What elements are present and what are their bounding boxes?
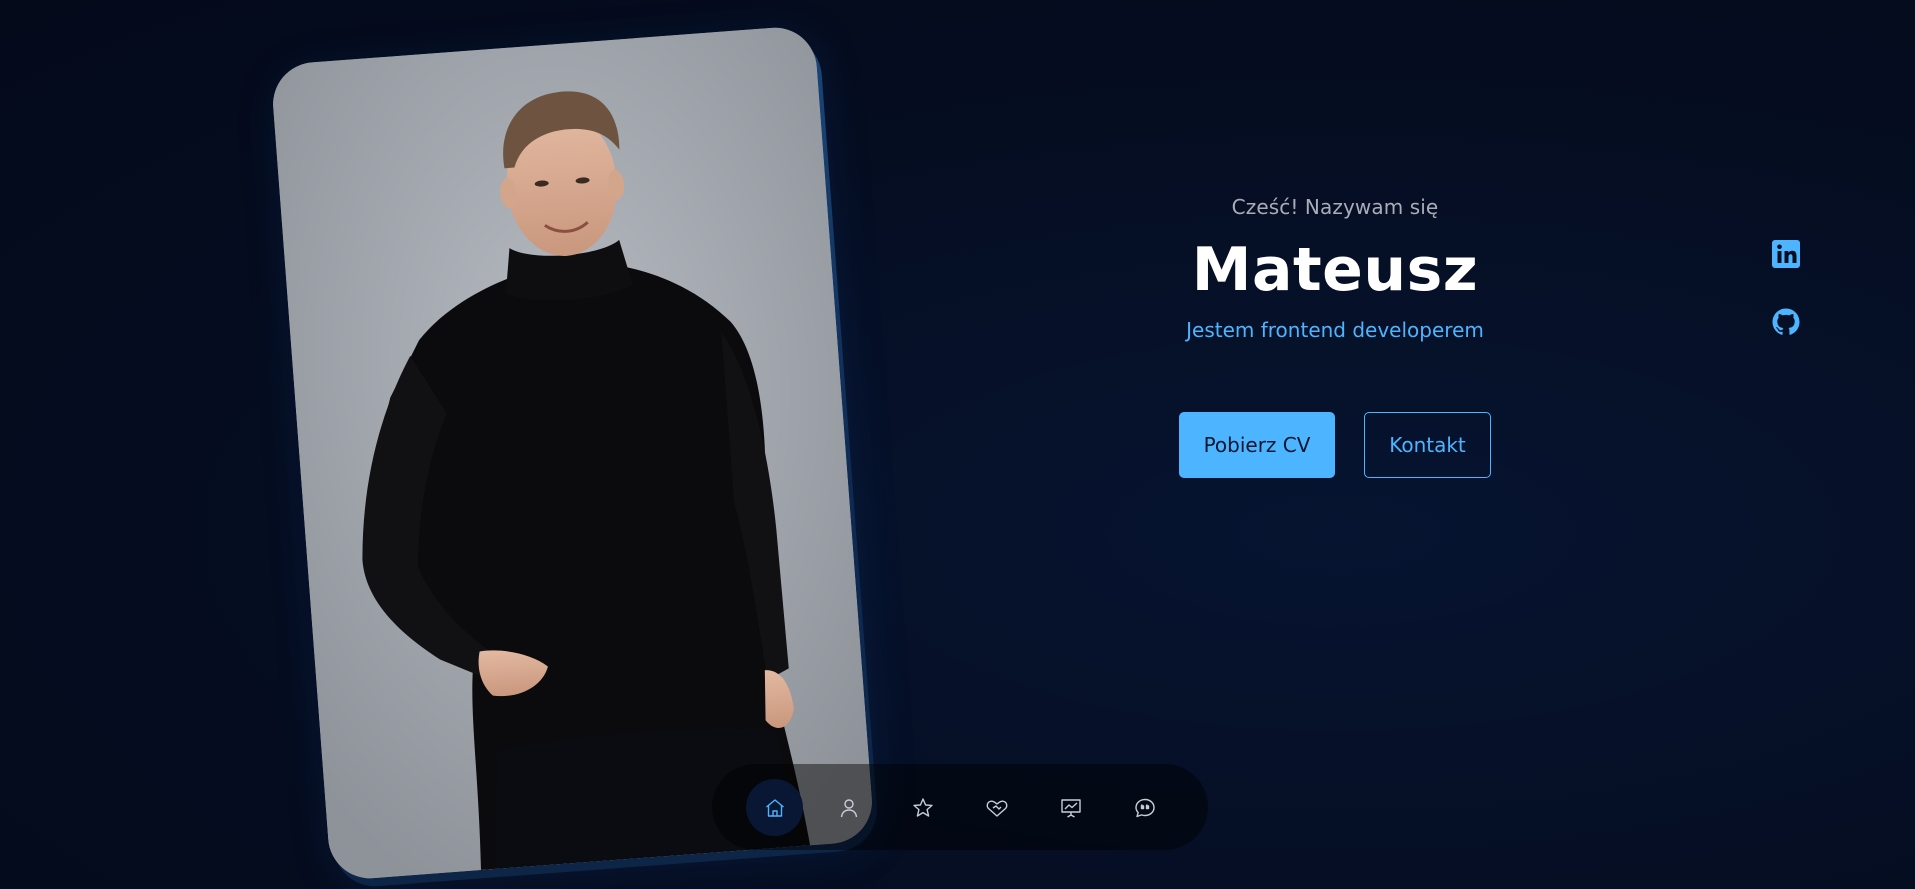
hero-section: Cześć! Nazywam się Mateusz Jestem fronte… [1135,190,1535,342]
social-links [1770,238,1802,374]
presentation-icon [1059,796,1083,820]
bottom-nav [712,764,1208,850]
greeting-text: Cześć! Nazywam się [1231,195,1439,219]
star-icon [911,796,935,820]
page: Cześć! Nazywam się Mateusz Jestem fronte… [0,0,1915,889]
download-cv-button[interactable]: Pobierz CV [1179,412,1335,478]
hero-role: Jestem frontend developerem [1186,318,1484,342]
linkedin-icon [1770,238,1802,270]
nav-services[interactable] [968,779,1025,836]
home-icon [763,796,787,820]
contact-button[interactable]: Kontakt [1364,412,1491,478]
github-icon [1770,306,1802,338]
linkedin-link[interactable] [1770,238,1802,270]
user-icon [837,796,861,820]
nav-skills[interactable] [894,779,951,836]
handshake-icon [985,796,1009,820]
nav-home[interactable] [746,779,803,836]
github-link[interactable] [1770,306,1802,338]
nav-contact[interactable] [1116,779,1173,836]
nav-portfolio[interactable] [1042,779,1099,836]
portrait-illustration [270,24,875,882]
profile-photo [270,24,875,882]
chat-quote-icon [1133,796,1157,820]
hero-buttons: Pobierz CV Kontakt [1179,412,1492,478]
hero-name: Mateusz [1191,235,1479,305]
nav-about[interactable] [820,779,877,836]
